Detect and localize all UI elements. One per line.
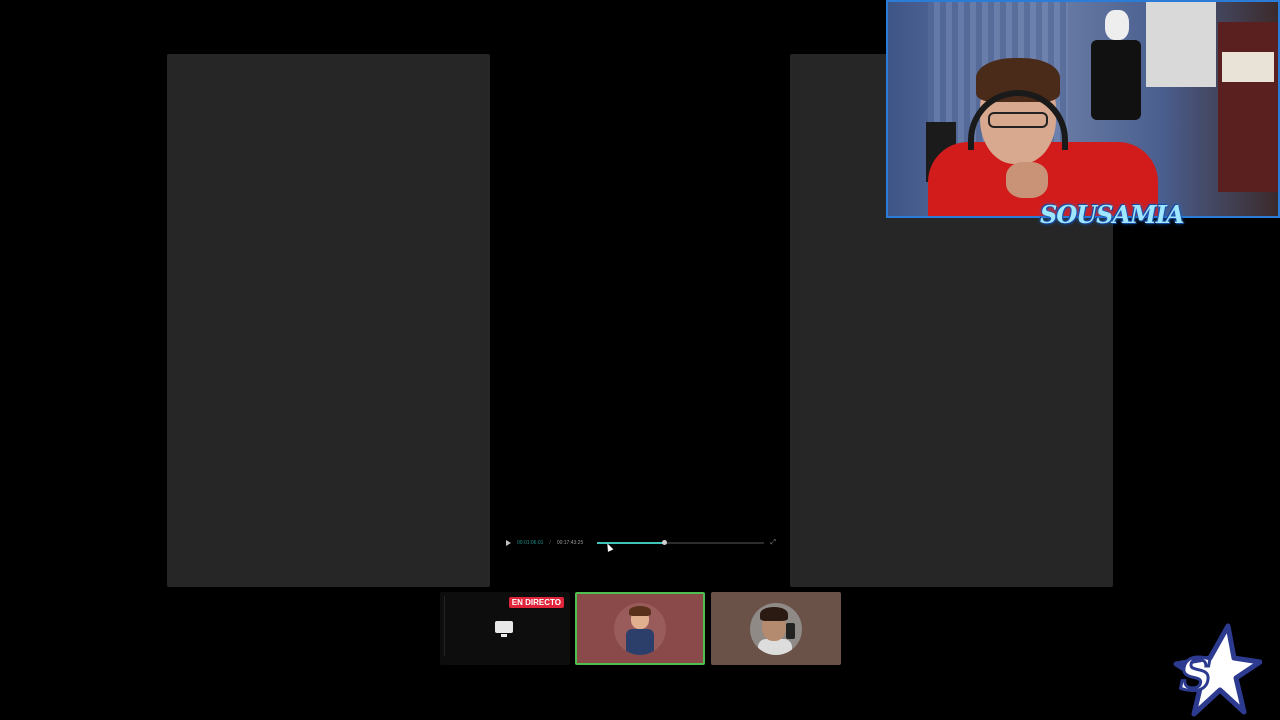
time-separator: / [549, 540, 551, 546]
seek-bar[interactable] [597, 540, 765, 545]
photo-body [758, 638, 792, 655]
photo-hair [760, 606, 788, 621]
video-player[interactable] [490, 54, 790, 587]
avatar-body [626, 628, 654, 655]
participant-avatar-active[interactable] [575, 592, 705, 665]
glasses-icon [988, 112, 1048, 128]
total-time: 00:17:43:25 [556, 540, 584, 546]
participant-screenshare[interactable]: EN DIRECTO [440, 592, 570, 665]
expand-icon[interactable]: ⤢ [770, 539, 776, 547]
svg-text:S: S [1180, 650, 1212, 701]
webcam-mannequin-head [1105, 10, 1129, 40]
live-badge: EN DIRECTO [508, 597, 564, 608]
play-icon[interactable] [506, 540, 511, 546]
left-side-panel [167, 54, 490, 587]
screen-share-icon [495, 621, 513, 637]
seek-thumb[interactable] [662, 540, 668, 545]
streamer-name-overlay: SOUSAMIA [1040, 200, 1185, 229]
star-logo-icon: S [1173, 623, 1262, 717]
player-controls: 00:01:06:01 / 00:17:43:25 ⤢ [496, 533, 784, 553]
webcam-whiteboard [1146, 2, 1216, 87]
current-time: 00:01:06:01 [517, 540, 544, 546]
webcam-shelf [1218, 22, 1278, 192]
participant-photo[interactable] [711, 592, 841, 665]
webcam-mannequin-body [1091, 40, 1141, 120]
avatar-hair [629, 605, 651, 616]
webcam-feed [886, 0, 1280, 218]
photo-avatar [750, 602, 802, 655]
cartoon-avatar [614, 602, 666, 655]
webcam-person-hand [1006, 162, 1048, 198]
screenshare-preview [444, 596, 475, 656]
phone-icon [786, 622, 795, 639]
